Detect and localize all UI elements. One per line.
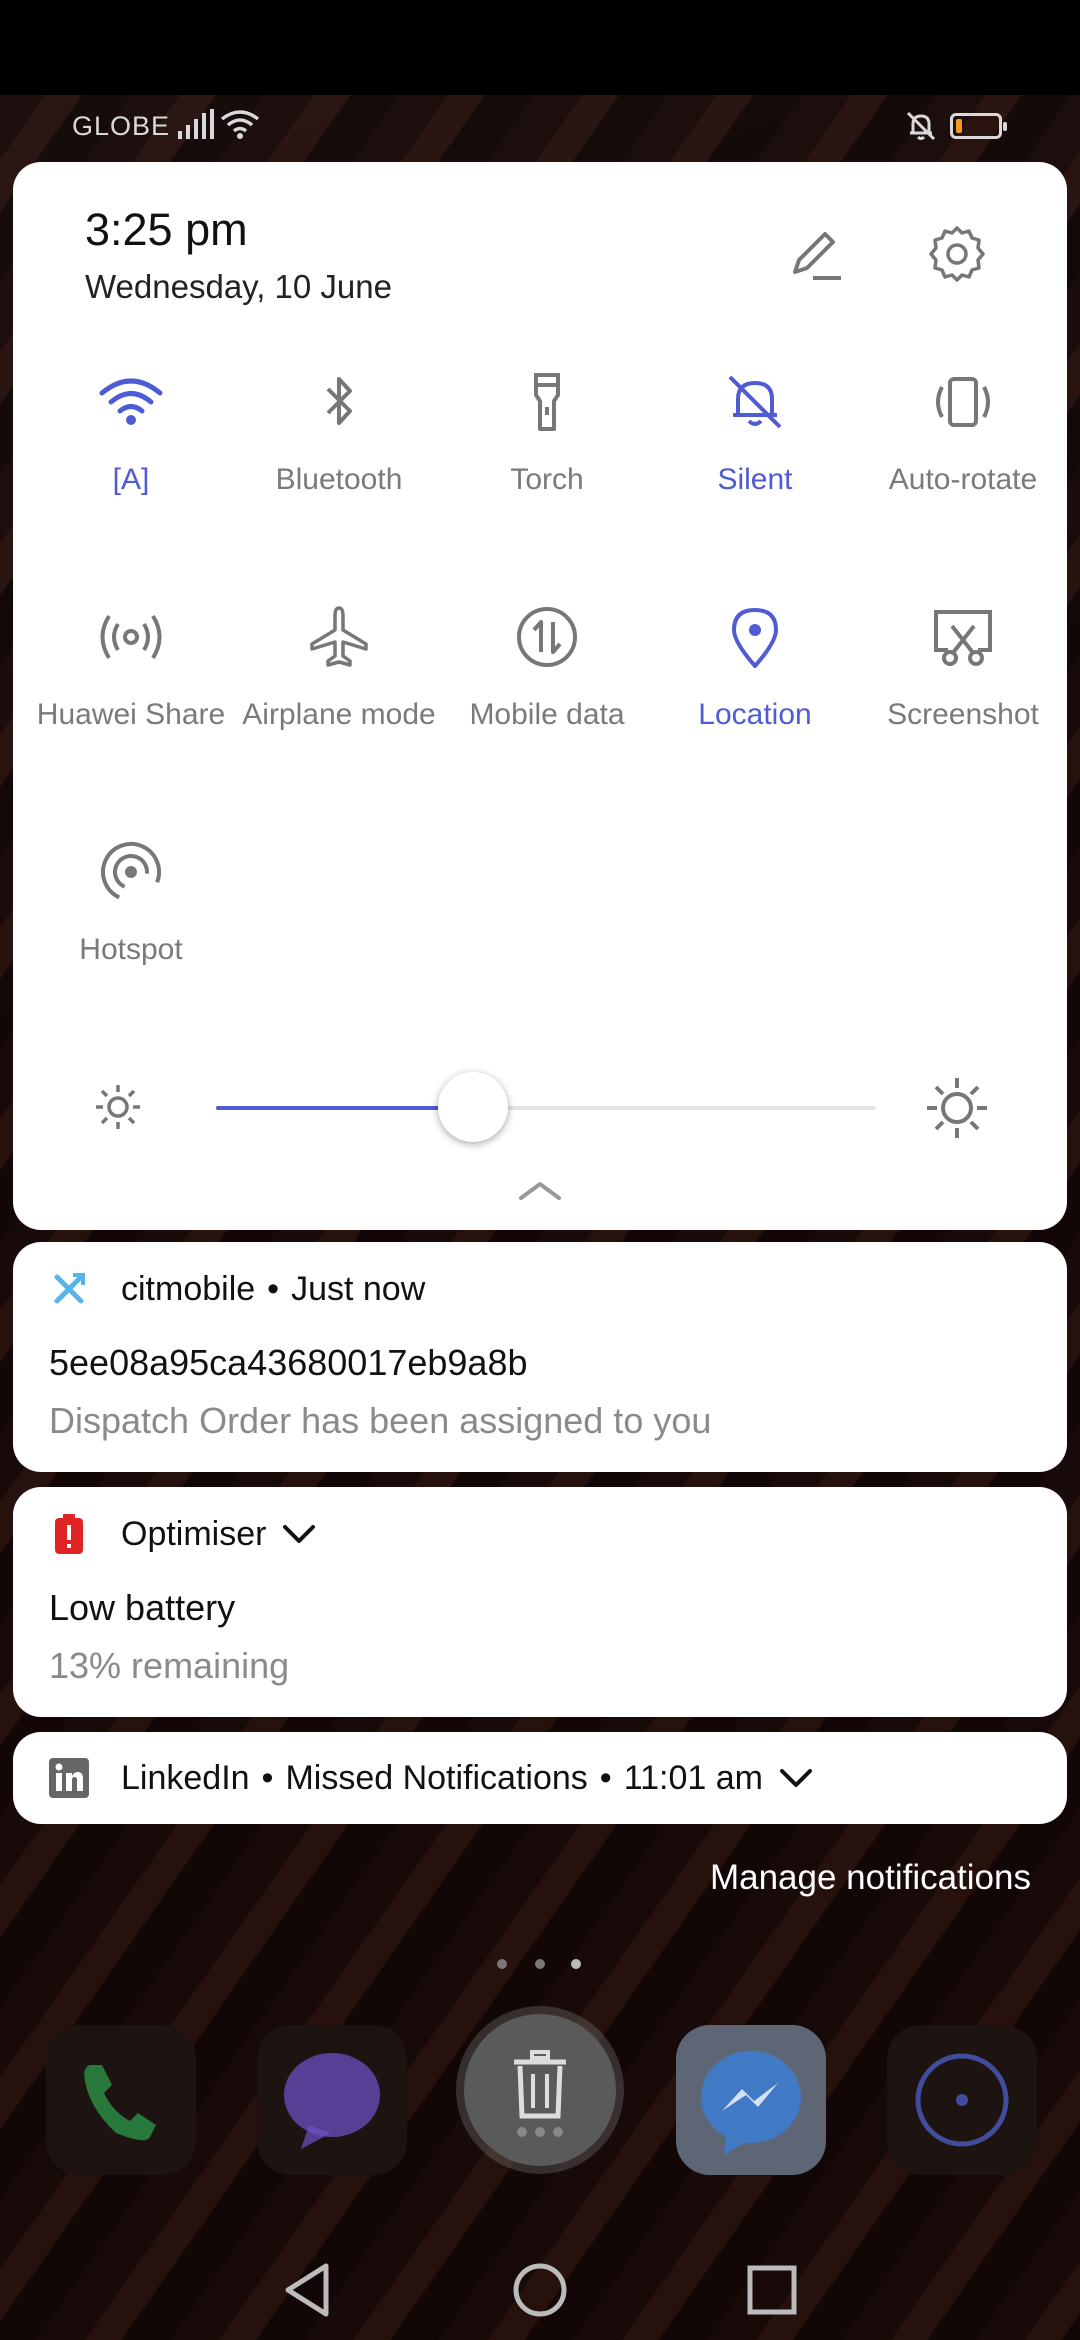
tile-location-label: Location: [698, 698, 812, 731]
tile-mobile-data[interactable]: Mobile data: [442, 602, 652, 732]
wifi-status-icon: [220, 110, 260, 139]
tile-wifi-label: [A]: [112, 463, 150, 496]
notification-header: Optimiser: [49, 1509, 316, 1559]
collapse-panel-chevron-icon[interactable]: [517, 1178, 563, 1204]
recents-square-icon[interactable]: [742, 2260, 802, 2320]
clock-date[interactable]: Wednesday, 10 June: [85, 268, 392, 306]
mobile-data-icon: [517, 607, 577, 667]
location-pin-icon: [732, 608, 778, 668]
expand-chevron-icon[interactable]: [779, 1767, 813, 1789]
clock-time[interactable]: 3:25 pm: [85, 204, 248, 256]
phone-app-icon[interactable]: [46, 2025, 196, 2175]
notification-body: Dispatch Order has been assigned to you: [49, 1400, 712, 1441]
notification-title: 5ee08a95ca43680017eb9a8b: [49, 1342, 528, 1383]
notification-header: citmobile • Just now: [49, 1264, 425, 1314]
brightness-slider[interactable]: [216, 1072, 876, 1142]
battery-alert-icon: [49, 1514, 89, 1554]
tile-airplane-mode-label: Airplane mode: [242, 698, 436, 731]
tile-hotspot-label: Hotspot: [79, 933, 183, 966]
manage-notifications-button[interactable]: Manage notifications: [710, 1858, 1031, 1898]
bluetooth-icon: [326, 377, 352, 425]
tile-auto-rotate-label: Auto-rotate: [888, 463, 1038, 496]
huawei-share-icon: [100, 614, 162, 660]
tile-mobile-data-label: Mobile data: [469, 698, 625, 731]
battery-level-fill: [956, 119, 962, 133]
notification-app-name: Optimiser: [121, 1514, 267, 1553]
battery-icon: [950, 113, 1007, 139]
brightness-high-icon: [927, 1078, 987, 1138]
airplane-icon: [310, 606, 368, 667]
tile-hotspot[interactable]: Hotspot: [26, 837, 236, 967]
carrier-label: GLOBE: [72, 111, 171, 141]
silent-status-icon: [906, 111, 936, 141]
settings-gear-button[interactable]: [927, 224, 987, 284]
brightness-low-icon: [96, 1085, 140, 1129]
messenger-app-icon[interactable]: [676, 2025, 826, 2175]
notification-title: Low battery: [49, 1587, 236, 1628]
notification-app-name: citmobile: [121, 1269, 256, 1308]
wifi-icon: [99, 378, 163, 425]
notification-header: LinkedIn • Missed Notifications • 11:01 …: [49, 1753, 813, 1803]
navigation-bar: [0, 2240, 1080, 2340]
tile-huawei-share[interactable]: Huawei Share: [26, 602, 236, 732]
screenshot-icon: [934, 610, 992, 666]
messaging-app-icon[interactable]: [257, 2025, 407, 2175]
notification-time: Just now: [291, 1269, 426, 1308]
back-triangle-icon[interactable]: [278, 2260, 338, 2320]
notification-body: 13% remaining: [49, 1645, 290, 1686]
auto-rotate-icon: [936, 377, 990, 427]
quick-settings-panel: 3:25 pm Wednesday, 10 June [A] Bluetooth…: [13, 162, 1067, 1230]
notification-subtext: Missed Notifications: [285, 1758, 588, 1797]
tile-auto-rotate[interactable]: Auto-rotate: [858, 367, 1068, 497]
expand-chevron-icon[interactable]: [282, 1523, 316, 1545]
hotspot-icon: [101, 842, 161, 902]
page-dot-active: [571, 1959, 581, 1969]
tile-silent[interactable]: Silent: [650, 367, 860, 497]
brightness-control: [13, 1052, 1067, 1172]
bell-off-icon: [728, 375, 782, 429]
tile-screenshot[interactable]: Screenshot: [858, 602, 1068, 732]
tile-wifi[interactable]: [A]: [26, 367, 236, 497]
notification-linkedin[interactable]: LinkedIn • Missed Notifications • 11:01 …: [13, 1732, 1067, 1824]
more-dots-icon: [517, 2127, 563, 2137]
notification-time: 11:01 am: [623, 1758, 763, 1797]
page-dot: [497, 1959, 507, 1969]
edit-tiles-button[interactable]: [783, 224, 843, 284]
page-indicator: [497, 1955, 587, 1975]
clear-notifications-button[interactable]: [464, 2014, 616, 2166]
brightness-slider-thumb[interactable]: [438, 1072, 509, 1142]
tile-bluetooth[interactable]: Bluetooth: [234, 367, 444, 497]
signal-icon: [178, 109, 214, 139]
tile-torch[interactable]: Torch: [442, 367, 652, 497]
tile-bluetooth-label: Bluetooth: [275, 463, 403, 496]
status-bar: GLOBE: [0, 95, 1080, 157]
torch-icon: [534, 373, 560, 431]
tile-location[interactable]: Location: [650, 602, 860, 732]
camera-cutout-area: [0, 0, 1080, 95]
linkedin-app-icon: [49, 1758, 89, 1798]
notification-optimiser[interactable]: Optimiser Low battery 13% remaining: [13, 1487, 1067, 1717]
trash-icon: [514, 2050, 566, 2119]
notification-app-name: LinkedIn: [121, 1758, 250, 1797]
notification-citmobile[interactable]: citmobile • Just now 5ee08a95ca43680017e…: [13, 1242, 1067, 1472]
tile-airplane-mode[interactable]: Airplane mode: [234, 602, 444, 732]
camera-app-icon[interactable]: [887, 2025, 1037, 2175]
tile-huawei-share-label: Huawei Share: [36, 698, 226, 731]
brightness-slider-fill: [216, 1106, 474, 1110]
home-circle-icon[interactable]: [510, 2260, 570, 2320]
tile-torch-label: Torch: [510, 463, 584, 496]
page-dot: [535, 1959, 545, 1969]
citmobile-app-icon: [49, 1269, 89, 1309]
tile-silent-label: Silent: [717, 463, 793, 496]
tile-screenshot-label: Screenshot: [887, 698, 1039, 731]
